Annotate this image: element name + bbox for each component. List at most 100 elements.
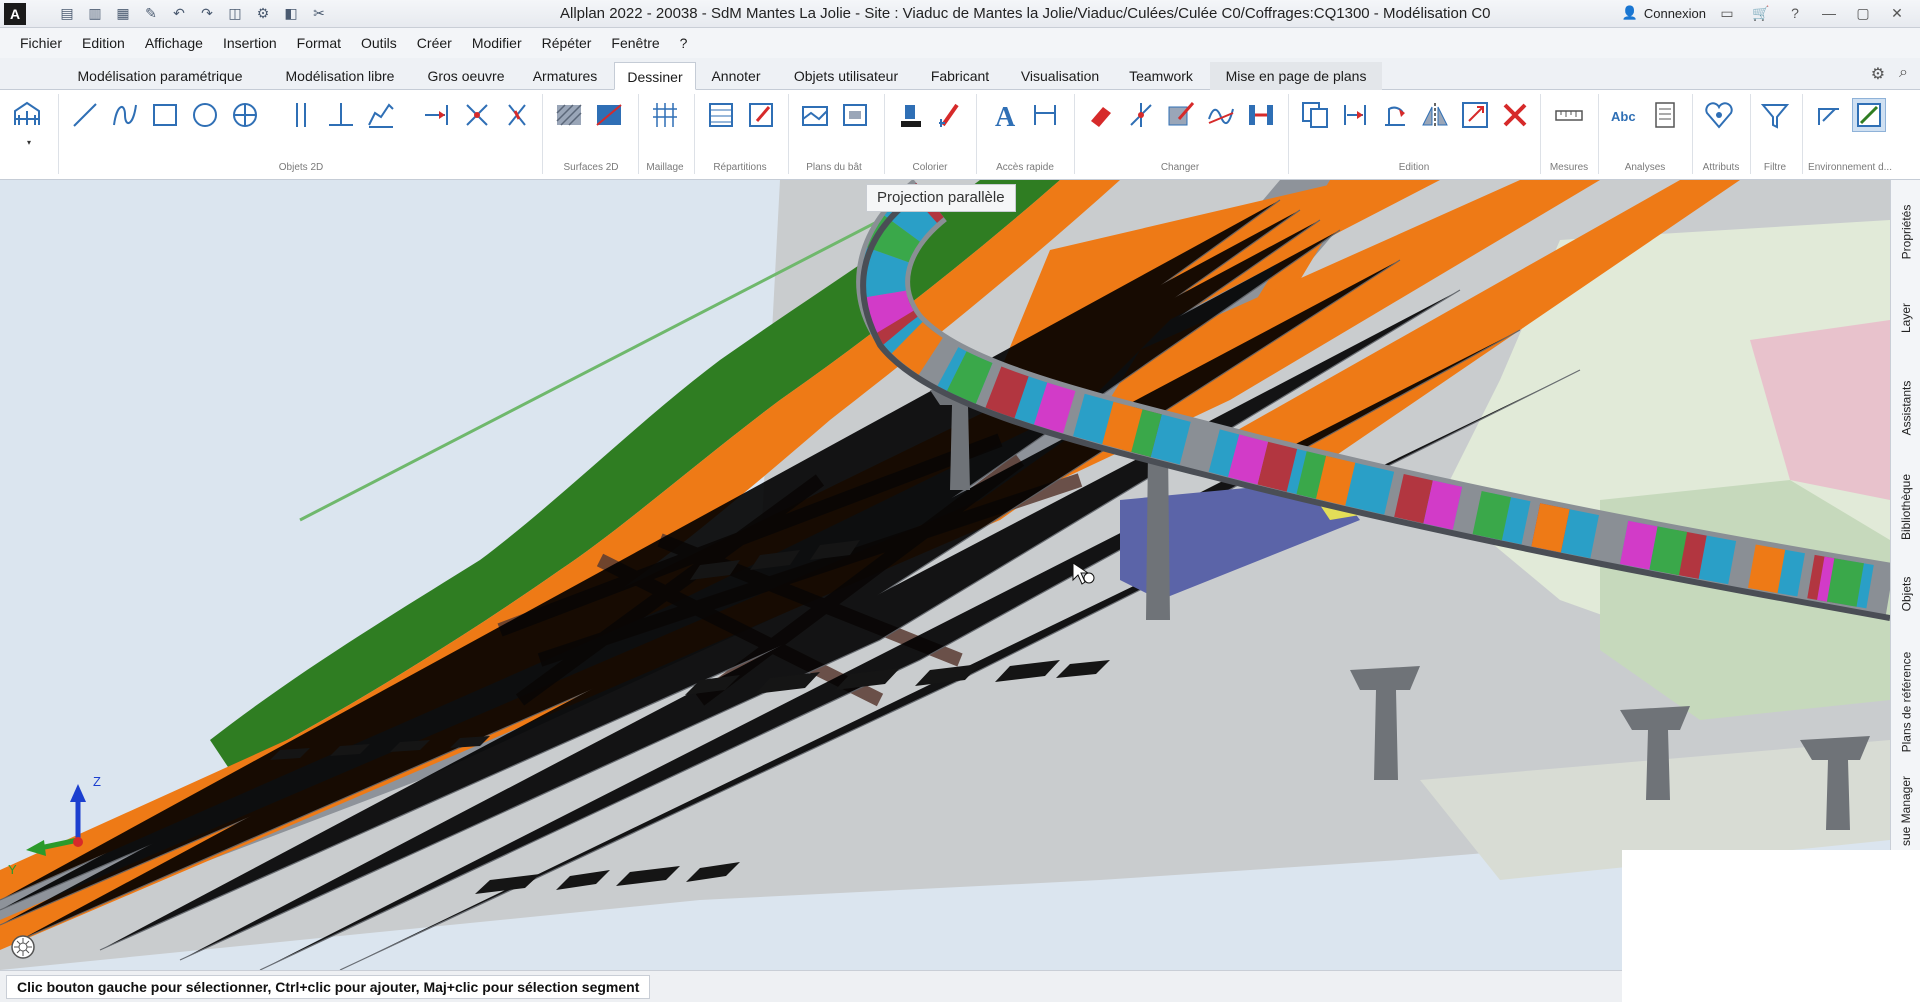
profile-icon[interactable] [364,98,398,132]
environment-icon[interactable] [1812,98,1846,132]
menu-affichage[interactable]: Affichage [135,28,213,58]
copy-icon[interactable] [1298,98,1332,132]
window-icon[interactable]: ◫ [224,4,246,24]
side-tab-layer[interactable]: Layer [1895,290,1917,346]
rotate-icon[interactable] [1378,98,1412,132]
text-icon[interactable]: A [988,98,1022,132]
connexion-button[interactable]: 👤 Connexion [1622,5,1706,21]
tab-annoter[interactable]: Annoter [700,62,772,90]
menu-fichier[interactable]: Fichier [10,28,72,58]
dimension-icon[interactable] [1028,98,1062,132]
redo-icon[interactable]: ↷ [196,4,218,24]
spellcheck-icon[interactable]: Abc [1608,98,1642,132]
tools-icon[interactable]: ✂ [308,4,330,24]
tab-modelisation-parametrique[interactable]: Modélisation paramétrique [60,62,260,90]
trim-icon[interactable] [460,98,494,132]
tab-dessiner[interactable]: Dessiner [614,62,696,90]
axis-z-label: Z [93,774,101,789]
menu-edition[interactable]: Edition [72,28,135,58]
group-separator [694,94,695,174]
view-icon[interactable]: ◧ [280,4,302,24]
viewport-3d[interactable]: Z Y [0,180,1890,970]
spline-icon[interactable] [108,98,142,132]
mesh-icon[interactable] [648,98,682,132]
menu-help[interactable]: ? [670,28,698,58]
menu-format[interactable]: Format [287,28,351,58]
join-icon[interactable] [1244,98,1278,132]
group-separator [1598,94,1599,174]
undo-icon[interactable]: ↶ [168,4,190,24]
ruler-icon[interactable] [1552,98,1586,132]
menu-modifier[interactable]: Modifier [462,28,532,58]
distribution-icon[interactable] [704,98,738,132]
modify-area-icon[interactable] [1164,98,1198,132]
side-tab-label: Layer [1899,302,1913,334]
search-icon[interactable]: ⌕ [1899,64,1908,84]
menu-fenetre[interactable]: Fenêtre [601,28,669,58]
brush-icon[interactable] [934,98,968,132]
view-navigation-icon[interactable] [1852,98,1886,132]
menu-repeter[interactable]: Répéter [532,28,602,58]
menu-outils[interactable]: Outils [351,28,407,58]
report-icon[interactable] [1648,98,1682,132]
gear-icon[interactable]: ⚙ [1871,64,1885,84]
distribution-edit-icon[interactable] [744,98,778,132]
close-button[interactable]: ✕ [1884,3,1910,23]
open-icon[interactable]: ▥ [84,4,106,24]
menu-insertion[interactable]: Insertion [213,28,287,58]
structure-icon[interactable] [10,98,44,132]
delete-icon[interactable] [1498,98,1532,132]
tab-fabricant[interactable]: Fabricant [920,62,1000,90]
group-label-maillage: Maillage [646,162,684,173]
wave-icon[interactable] [1204,98,1238,132]
paint-icon[interactable] [894,98,928,132]
edit-icon[interactable]: ✎ [140,4,162,24]
circle-icon[interactable] [188,98,222,132]
point-circle-icon[interactable] [228,98,262,132]
fill-icon[interactable] [592,98,626,132]
cart-icon[interactable]: 🛒 [1748,3,1774,23]
app-logo[interactable]: A [4,2,26,25]
intersect-icon[interactable] [500,98,534,132]
side-tab-proprietes[interactable]: Propriétés [1895,192,1917,272]
rectangle-icon[interactable] [148,98,182,132]
hatch-icon[interactable] [552,98,586,132]
eraser-icon[interactable] [1084,98,1118,132]
scale-icon[interactable] [1458,98,1492,132]
maximize-button[interactable]: ▢ [1850,3,1876,23]
tab-modelisation-libre[interactable]: Modélisation libre [270,62,410,90]
side-tab-objets[interactable]: Objets [1895,564,1917,624]
tab-visualisation[interactable]: Visualisation [1010,62,1110,90]
move-icon[interactable] [1338,98,1372,132]
tab-gros-oeuvre[interactable]: Gros oeuvre [418,62,514,90]
minimize-button[interactable]: — [1816,3,1842,23]
group-separator [58,94,59,174]
side-tab-plans-de-reference[interactable]: Plans de référence [1895,642,1917,762]
layout-icon[interactable]: ▭ [1714,3,1740,23]
tab-mise-en-page-de-plans[interactable]: Mise en page de plans [1210,62,1382,90]
navigation-wheel-icon[interactable] [10,934,36,960]
new-icon[interactable]: ▤ [56,4,78,24]
help-icon[interactable]: ? [1782,3,1808,23]
tab-objets-utilisateur[interactable]: Objets utilisateur [780,62,912,90]
settings-icon[interactable]: ⚙ [252,4,274,24]
side-tab-issue-manager[interactable]: sue Manager [1895,772,1917,850]
side-tab-bibliotheque[interactable]: Bibliothèque [1895,462,1917,552]
plan-view-icon[interactable] [838,98,872,132]
parallel-lines-icon[interactable] [284,98,318,132]
filter-icon[interactable] [1758,98,1792,132]
building-plan-icon[interactable] [798,98,832,132]
menu-creer[interactable]: Créer [407,28,462,58]
tab-teamwork[interactable]: Teamwork [1118,62,1204,90]
perpendicular-icon[interactable] [324,98,358,132]
attributes-icon[interactable] [1702,98,1736,132]
axis-y-label: Y [8,862,17,877]
extend-icon[interactable] [420,98,454,132]
tab-armatures[interactable]: Armatures [522,62,608,90]
side-tab-assistants[interactable]: Assistants [1895,368,1917,448]
structure-dropdown-icon[interactable]: ▾ [25,139,33,147]
save-icon[interactable]: ▦ [112,4,134,24]
mirror-icon[interactable] [1418,98,1452,132]
line-icon[interactable] [68,98,102,132]
modify-point-icon[interactable] [1124,98,1158,132]
